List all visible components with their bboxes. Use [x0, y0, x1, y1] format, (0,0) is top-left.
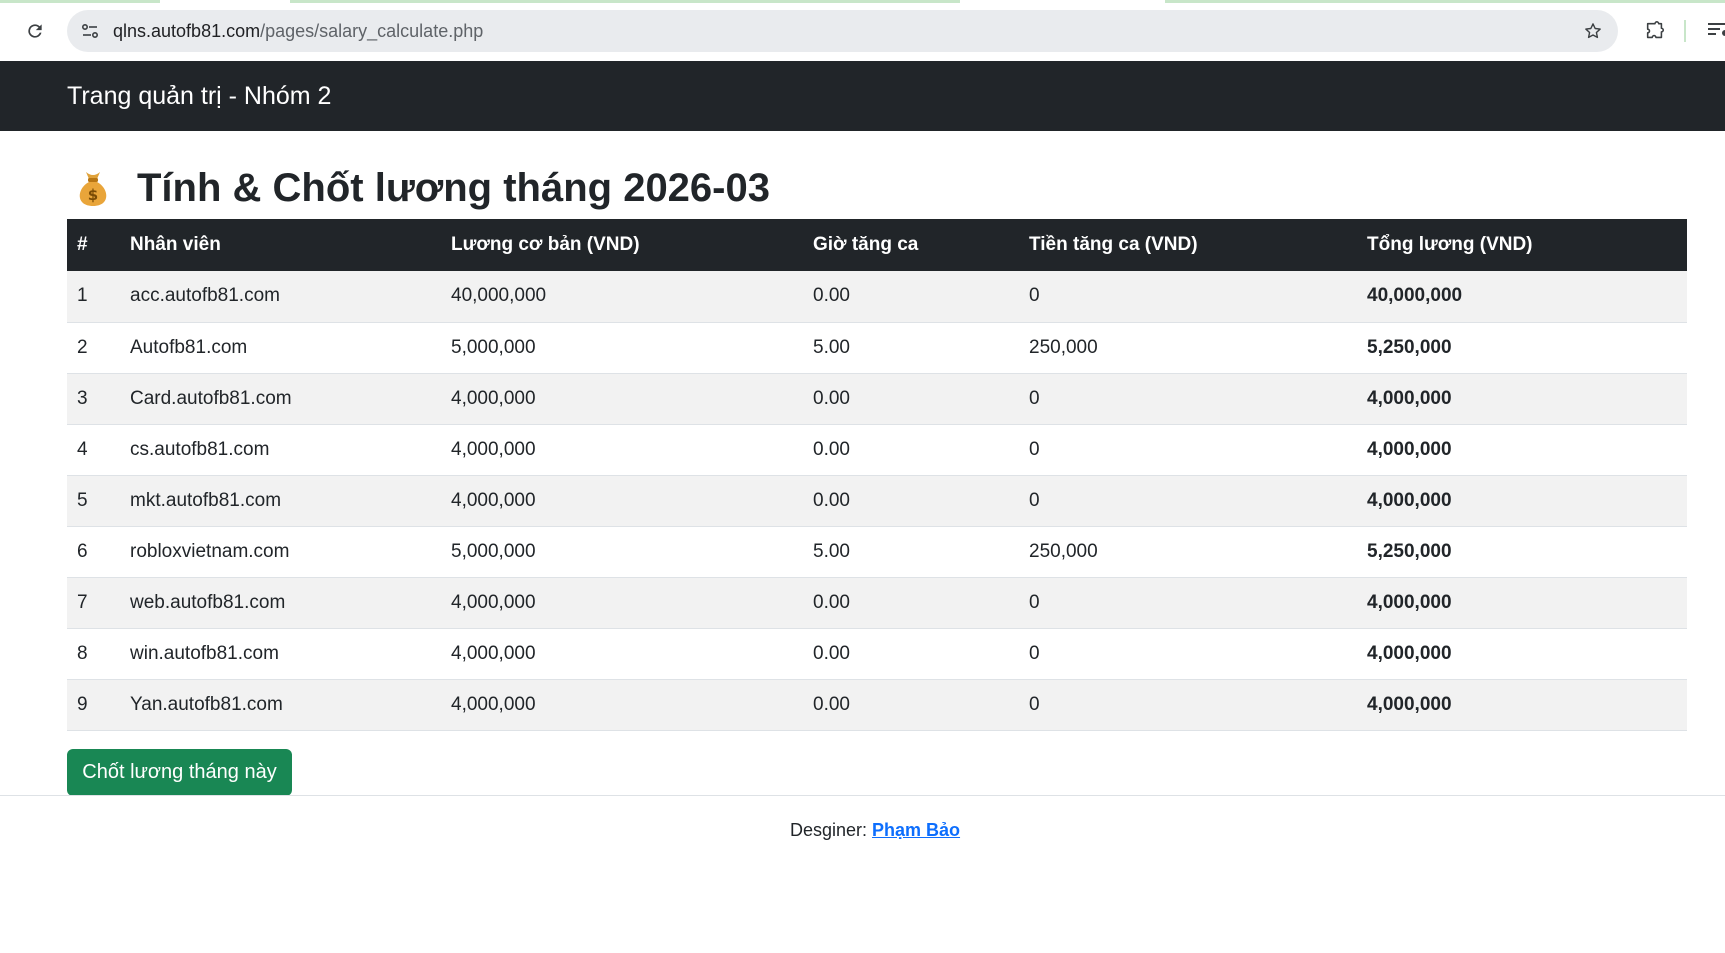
- cell-employee: web.autofb81.com: [120, 577, 441, 629]
- table-row: 6 robloxvietnam.com 5,000,000 5.00 250,0…: [67, 526, 1687, 578]
- cell-employee: robloxvietnam.com: [120, 526, 441, 578]
- designer-link[interactable]: Phạm Bảo: [872, 820, 960, 840]
- toolbar-separator: [1684, 20, 1686, 42]
- table-row: 5 mkt.autofb81.com 4,000,000 0.00 0 4,00…: [67, 475, 1687, 527]
- address-bar[interactable]: qlns.autofb81.com/pages/salary_calculate…: [67, 10, 1618, 52]
- table-row: 8 win.autofb81.com 4,000,000 0.00 0 4,00…: [67, 628, 1687, 680]
- cell-total: 40,000,000: [1357, 271, 1687, 323]
- table-row: 3 Card.autofb81.com 4,000,000 0.00 0 4,0…: [67, 373, 1687, 425]
- cell-index: 8: [67, 628, 120, 680]
- cell-ot-hours: 0.00: [803, 577, 1019, 629]
- cell-ot-pay: 0: [1019, 628, 1357, 680]
- cell-ot-hours: 0.00: [803, 373, 1019, 425]
- site-info-icon[interactable]: [79, 20, 101, 42]
- cell-ot-pay: 0: [1019, 424, 1357, 476]
- cell-ot-pay: 250,000: [1019, 526, 1357, 578]
- cell-index: 4: [67, 424, 120, 476]
- cell-ot-pay: 0: [1019, 475, 1357, 527]
- designer-label: Desginer:: [789, 820, 867, 840]
- cell-index: 1: [67, 271, 120, 323]
- cell-base-salary: 4,000,000: [441, 475, 803, 527]
- cell-base-salary: 5,000,000: [441, 526, 803, 578]
- cell-base-salary: 4,000,000: [441, 679, 803, 731]
- cell-employee: mkt.autofb81.com: [120, 475, 441, 527]
- close-salary-button[interactable]: Chốt lương tháng này: [67, 749, 292, 796]
- cell-employee: Yan.autofb81.com: [120, 679, 441, 731]
- cell-index: 5: [67, 475, 120, 527]
- table-header-row: # Nhân viên Lương cơ bản (VND) Giờ tăng …: [67, 219, 1687, 271]
- cell-employee: Autofb81.com: [120, 322, 441, 374]
- cell-ot-hours: 5.00: [803, 322, 1019, 374]
- page-title-text: Tính & Chốt lương tháng 2026-03: [137, 165, 770, 210]
- cell-index: 7: [67, 577, 120, 629]
- cell-base-salary: 40,000,000: [441, 271, 803, 323]
- table-row: 2 Autofb81.com 5,000,000 5.00 250,000 5,…: [67, 322, 1687, 374]
- url-path: /pages/salary_calculate.php: [260, 21, 484, 41]
- cell-ot-hours: 0.00: [803, 271, 1019, 323]
- footer: Desginer: Phạm Bảo: [0, 820, 1725, 841]
- navbar-brand[interactable]: Trang quản trị - Nhóm 2: [67, 61, 331, 131]
- cell-ot-hours: 0.00: [803, 475, 1019, 527]
- tab-strip-accent: [1165, 0, 1725, 3]
- browser-toolbar: qlns.autofb81.com/pages/salary_calculate…: [0, 0, 1725, 61]
- cell-ot-pay: 0: [1019, 271, 1357, 323]
- cell-ot-pay: 0: [1019, 577, 1357, 629]
- tab-strip-accent: [290, 0, 960, 3]
- column-header-index: #: [67, 219, 120, 271]
- cell-total: 4,000,000: [1357, 424, 1687, 476]
- url-host: qlns.autofb81.com: [113, 21, 261, 41]
- cell-index: 3: [67, 373, 120, 425]
- footer-divider: [0, 795, 1725, 796]
- cell-total: 4,000,000: [1357, 475, 1687, 527]
- cell-ot-pay: 0: [1019, 679, 1357, 731]
- bookmark-star-icon[interactable]: [1582, 20, 1604, 42]
- table-row: 9 Yan.autofb81.com 4,000,000 0.00 0 4,00…: [67, 679, 1687, 731]
- cell-ot-hours: 0.00: [803, 628, 1019, 680]
- cell-total: 5,250,000: [1357, 322, 1687, 374]
- cell-employee: Card.autofb81.com: [120, 373, 441, 425]
- table-row: 1 acc.autofb81.com 40,000,000 0.00 0 40,…: [67, 271, 1687, 323]
- reading-list-icon[interactable]: [1706, 18, 1725, 44]
- cell-employee: cs.autofb81.com: [120, 424, 441, 476]
- column-header-employee: Nhân viên: [120, 219, 441, 271]
- cell-ot-hours: 5.00: [803, 526, 1019, 578]
- cell-ot-hours: 0.00: [803, 679, 1019, 731]
- extensions-puzzle-icon[interactable]: [1642, 18, 1668, 44]
- url-text[interactable]: qlns.autofb81.com/pages/salary_calculate…: [113, 10, 483, 52]
- table-row: 7 web.autofb81.com 4,000,000 0.00 0 4,00…: [67, 577, 1687, 629]
- salary-table: # Nhân viên Lương cơ bản (VND) Giờ tăng …: [67, 219, 1687, 731]
- cell-employee: acc.autofb81.com: [120, 271, 441, 323]
- table-row: 4 cs.autofb81.com 4,000,000 0.00 0 4,000…: [67, 424, 1687, 476]
- cell-ot-pay: 250,000: [1019, 322, 1357, 374]
- cell-base-salary: 5,000,000: [441, 322, 803, 374]
- tab-strip-accent: [0, 0, 160, 3]
- cell-index: 9: [67, 679, 120, 731]
- cell-total: 4,000,000: [1357, 373, 1687, 425]
- cell-base-salary: 4,000,000: [441, 628, 803, 680]
- cell-index: 2: [67, 322, 120, 374]
- cell-total: 4,000,000: [1357, 577, 1687, 629]
- cell-base-salary: 4,000,000: [441, 373, 803, 425]
- cell-total: 4,000,000: [1357, 679, 1687, 731]
- column-header-total: Tổng lương (VND): [1357, 219, 1687, 271]
- column-header-ot-hours: Giờ tăng ca: [803, 219, 1019, 271]
- column-header-ot-pay: Tiền tăng ca (VND): [1019, 219, 1357, 271]
- cell-index: 6: [67, 526, 120, 578]
- money-bag-icon: $: [71, 166, 115, 210]
- cell-employee: win.autofb81.com: [120, 628, 441, 680]
- page-title: $ Tính & Chốt lương tháng 2026-03: [67, 160, 770, 216]
- cell-ot-pay: 0: [1019, 373, 1357, 425]
- svg-text:$: $: [88, 186, 98, 204]
- cell-ot-hours: 0.00: [803, 424, 1019, 476]
- cell-base-salary: 4,000,000: [441, 424, 803, 476]
- cell-total: 4,000,000: [1357, 628, 1687, 680]
- reload-icon[interactable]: [22, 18, 48, 44]
- cell-total: 5,250,000: [1357, 526, 1687, 578]
- column-header-base-salary: Lương cơ bản (VND): [441, 219, 803, 271]
- cell-base-salary: 4,000,000: [441, 577, 803, 629]
- navbar: Trang quản trị - Nhóm 2: [0, 61, 1725, 131]
